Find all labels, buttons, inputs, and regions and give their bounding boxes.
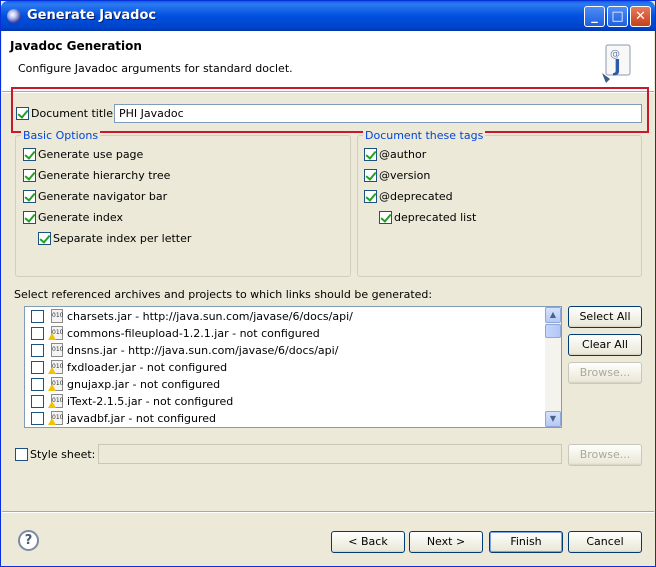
- archive-checkbox[interactable]: [31, 361, 44, 374]
- deprecated-tag-checkbox[interactable]: [364, 190, 377, 203]
- basic-options-title: Basic Options: [21, 129, 101, 142]
- archive-checkbox[interactable]: [31, 310, 44, 323]
- cancel-button[interactable]: Cancel: [568, 531, 642, 553]
- page-title: Javadoc Generation: [10, 39, 142, 53]
- archive-label: charsets.jar - http://java.sun.com/javas…: [67, 310, 353, 323]
- deprecated-list-label: deprecated list: [394, 211, 477, 224]
- archives-scrollbar[interactable]: ▲ ▼: [545, 307, 561, 427]
- style-sheet-label: Style sheet:: [30, 448, 96, 461]
- author-tag-label: @author: [379, 148, 427, 161]
- archive-checkbox[interactable]: [31, 344, 44, 357]
- list-item[interactable]: 010 fxdloader.jar - not configured: [25, 359, 545, 376]
- finish-button[interactable]: Finish: [489, 531, 563, 553]
- scroll-up-icon[interactable]: ▲: [545, 307, 561, 323]
- list-item[interactable]: 010 commons-fileupload-1.2.1.jar - not c…: [25, 325, 545, 342]
- page-description: Configure Javadoc arguments for standard…: [18, 62, 293, 75]
- jar-icon: 010: [51, 309, 63, 323]
- archive-browse-button[interactable]: Browse...: [568, 362, 642, 384]
- window-title: Generate Javadoc: [27, 8, 157, 23]
- minimize-button[interactable]: _: [584, 6, 605, 27]
- archive-label: dnsns.jar - http://java.sun.com/javase/6…: [67, 344, 339, 357]
- list-item[interactable]: 010 javadbf.jar - not configured: [25, 410, 545, 427]
- warning-icon: [48, 418, 56, 425]
- separate-index-label: Separate index per letter: [53, 232, 192, 245]
- eclipse-icon: [7, 9, 21, 23]
- style-sheet-checkbox[interactable]: [15, 448, 28, 461]
- clear-all-button[interactable]: Clear All: [568, 334, 642, 356]
- scroll-down-icon[interactable]: ▼: [545, 411, 561, 427]
- archives-label: Select referenced archives and projects …: [14, 288, 433, 301]
- list-item[interactable]: 010 charsets.jar - http://java.sun.com/j…: [25, 308, 545, 325]
- select-all-button[interactable]: Select All: [568, 306, 642, 328]
- generate-use-page-label: Generate use page: [38, 148, 144, 161]
- generate-navigator-bar-checkbox[interactable]: [23, 190, 36, 203]
- list-item[interactable]: 010 iText-2.1.5.jar - not configured: [25, 393, 545, 410]
- svg-text:J: J: [612, 56, 621, 77]
- archive-checkbox[interactable]: [31, 327, 44, 340]
- deprecated-list-checkbox[interactable]: [379, 211, 392, 224]
- generate-index-label: Generate index: [38, 211, 123, 224]
- generate-hierarchy-tree-checkbox[interactable]: [23, 169, 36, 182]
- scroll-thumb[interactable]: [545, 324, 561, 338]
- next-button[interactable]: Next >: [409, 531, 483, 553]
- highlight-box: [11, 87, 649, 133]
- help-icon[interactable]: ?: [18, 530, 39, 551]
- author-tag-checkbox[interactable]: [364, 148, 377, 161]
- wizard-header: Javadoc Generation Configure Javadoc arg…: [2, 31, 654, 91]
- archives-list[interactable]: 010 charsets.jar - http://java.sun.com/j…: [24, 306, 562, 428]
- footer-separator: [2, 511, 654, 513]
- list-item[interactable]: 010 gnujaxp.jar - not configured: [25, 376, 545, 393]
- close-button[interactable]: ✕: [630, 6, 651, 27]
- back-button[interactable]: < Back: [331, 531, 405, 553]
- style-sheet-browse-button[interactable]: Browse...: [568, 444, 642, 466]
- version-tag-checkbox[interactable]: [364, 169, 377, 182]
- jar-icon: 010: [51, 343, 63, 357]
- maximize-button[interactable]: □: [607, 6, 628, 27]
- generate-index-checkbox[interactable]: [23, 211, 36, 224]
- warning-icon: [48, 384, 56, 391]
- separate-index-checkbox[interactable]: [38, 232, 51, 245]
- list-item[interactable]: 010 dnsns.jar - http://java.sun.com/java…: [25, 342, 545, 359]
- archive-checkbox[interactable]: [31, 378, 44, 391]
- generate-hierarchy-tree-label: Generate hierarchy tree: [38, 169, 171, 182]
- generate-javadoc-dialog: Generate Javadoc _ □ ✕ Javadoc Generatio…: [0, 0, 656, 567]
- style-sheet-input[interactable]: [98, 444, 562, 464]
- archive-label: iText-2.1.5.jar - not configured: [67, 395, 234, 408]
- generate-navigator-bar-label: Generate navigator bar: [38, 190, 168, 203]
- archive-label: gnujaxp.jar - not configured: [67, 378, 221, 391]
- archive-checkbox[interactable]: [31, 395, 44, 408]
- warning-icon: [48, 367, 56, 374]
- document-tags-title: Document these tags: [363, 129, 486, 142]
- title-bar: Generate Javadoc _ □ ✕: [1, 1, 655, 31]
- warning-icon: [48, 401, 56, 408]
- generate-use-page-checkbox[interactable]: [23, 148, 36, 161]
- warning-icon: [48, 333, 56, 340]
- archive-label: commons-fileupload-1.2.1.jar - not confi…: [67, 327, 320, 340]
- archive-label: javadbf.jar - not configured: [67, 412, 217, 425]
- version-tag-label: @version: [379, 169, 431, 182]
- archive-label: fxdloader.jar - not configured: [67, 361, 228, 374]
- archive-checkbox[interactable]: [31, 412, 44, 425]
- deprecated-tag-label: @deprecated: [379, 190, 453, 203]
- javadoc-icon: @ J: [602, 44, 631, 83]
